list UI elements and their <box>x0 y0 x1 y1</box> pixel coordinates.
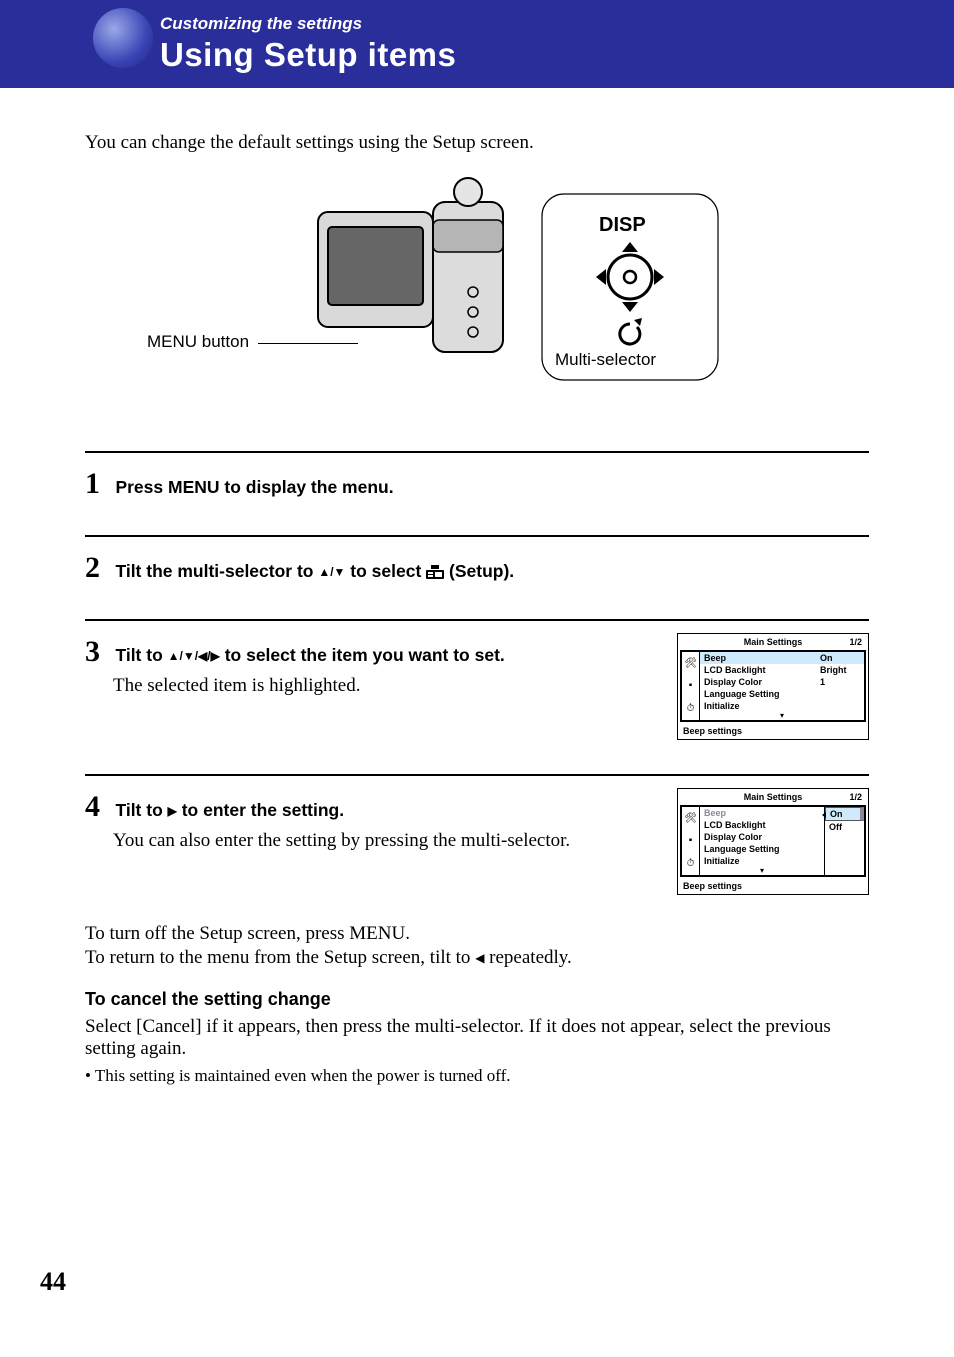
screen-category-icons: 🛠 ▪ ⏱ <box>682 807 700 875</box>
menu-row: Display Color <box>700 831 824 843</box>
closing-line-2: To return to the menu from the Setup scr… <box>85 947 869 969</box>
screen-category-icons: 🛠 ▪ ⏱ <box>682 652 700 720</box>
option: Off <box>825 821 864 833</box>
disp-label: DISP <box>599 214 646 237</box>
step-number: 4 <box>85 790 111 824</box>
setup-icon <box>426 561 444 581</box>
scroll-down-indicator: ▾ <box>700 866 824 875</box>
camera-illustration <box>313 172 533 382</box>
cancel-body: Select [Cancel] if it appears, then pres… <box>85 1016 869 1060</box>
screen-footer: Beep settings <box>678 879 868 894</box>
menu-row: Language Setting <box>700 843 824 855</box>
screen-footer: Beep settings <box>678 724 868 739</box>
page-title: Using Setup items <box>160 36 954 74</box>
step-3: 3 Tilt to ▲/▼/◀/▶ to select the item you… <box>85 635 869 740</box>
text-fragment: to enter the setting. <box>177 800 344 820</box>
step-subtext: You can also enter the setting by pressi… <box>113 830 570 852</box>
step-1: 1 Press MENU to display the menu. <box>85 467 869 501</box>
menu-row: LCD BacklightBright <box>700 664 864 676</box>
step-number: 1 <box>85 467 111 501</box>
step-text: Tilt to ▲/▼/◀/▶ to select the item you w… <box>115 645 504 665</box>
wrench-icon: 🛠 <box>684 813 697 824</box>
screen-page: 1/2 <box>849 792 862 802</box>
memory-card-icon: ▪ <box>689 835 693 846</box>
memory-card-icon: ▪ <box>689 680 693 691</box>
camera-diagram: MENU button <box>85 172 869 417</box>
wrench-icon: 🛠 <box>684 658 697 669</box>
step-text: Press MENU to display the menu. <box>115 477 393 497</box>
text-fragment: Tilt to <box>115 645 167 665</box>
section-name: Customizing the settings <box>160 14 954 34</box>
step-number: 3 <box>85 635 111 669</box>
cancel-heading: To cancel the setting change <box>85 989 869 1010</box>
multi-selector-label: Multi-selector <box>555 350 656 370</box>
menu-row-selected: BeepOn <box>700 652 864 664</box>
divider <box>85 619 869 621</box>
text-fragment: (Setup). <box>444 561 514 581</box>
step-4: 4 Tilt to ▶ to enter the setting. You ca… <box>85 790 869 895</box>
closing-bullet: • This setting is maintained even when t… <box>85 1066 869 1086</box>
text-fragment: to select the item you want to set. <box>220 645 505 665</box>
step-text: Tilt to ▶ to enter the setting. <box>115 800 344 820</box>
menu-row: Beep <box>700 807 824 819</box>
header-ornament-icon <box>93 8 153 68</box>
step-subtext: The selected item is highlighted. <box>113 675 505 697</box>
lcd-screenshot-step4: Main Settings 1/2 🛠 ▪ ⏱ Beep LCD Backlig… <box>677 788 869 895</box>
divider <box>85 535 869 537</box>
screen-title: Main Settings <box>744 637 803 647</box>
lcd-screenshot-step3: Main Settings 1/2 🛠 ▪ ⏱ BeepOn LCD Backl… <box>677 633 869 740</box>
menu-row: LCD Backlight <box>700 819 824 831</box>
step-2: 2 Tilt the multi-selector to ▲/▼ to sele… <box>85 551 869 585</box>
option-column: On Off <box>824 807 864 875</box>
text-fragment: to select <box>345 561 426 581</box>
scroll-down-indicator: ▾ <box>700 711 864 720</box>
text-fragment: Tilt the multi-selector to <box>115 561 318 581</box>
page-number: 44 <box>40 1267 66 1297</box>
intro-text: You can change the default settings usin… <box>85 132 869 154</box>
chapter-header: Customizing the settings Using Setup ite… <box>0 0 954 88</box>
closing-text: To turn off the Setup screen, press MENU… <box>85 923 869 969</box>
divider <box>85 451 869 453</box>
clock-icon: ⏱ <box>687 703 695 714</box>
menu-row: Language Setting <box>700 688 864 700</box>
direction-glyph: ▲/▼ <box>318 565 345 579</box>
step-number: 2 <box>85 551 111 585</box>
option-selected: On <box>825 807 864 821</box>
menu-row: Display Color1 <box>700 676 864 688</box>
text-fragment: Tilt to <box>115 800 167 820</box>
clock-icon: ⏱ <box>687 858 695 869</box>
screen-title: Main Settings <box>744 792 803 802</box>
menu-button-label: MENU button <box>147 332 249 352</box>
closing-line-1: To turn off the Setup screen, press MENU… <box>85 923 869 945</box>
divider <box>85 774 869 776</box>
direction-glyph: ▲/▼/◀/▶ <box>168 649 220 663</box>
direction-glyph: ▶ <box>168 804 177 818</box>
step-text: Tilt the multi-selector to ▲/▼ to select… <box>115 561 514 581</box>
screen-page: 1/2 <box>849 637 862 647</box>
